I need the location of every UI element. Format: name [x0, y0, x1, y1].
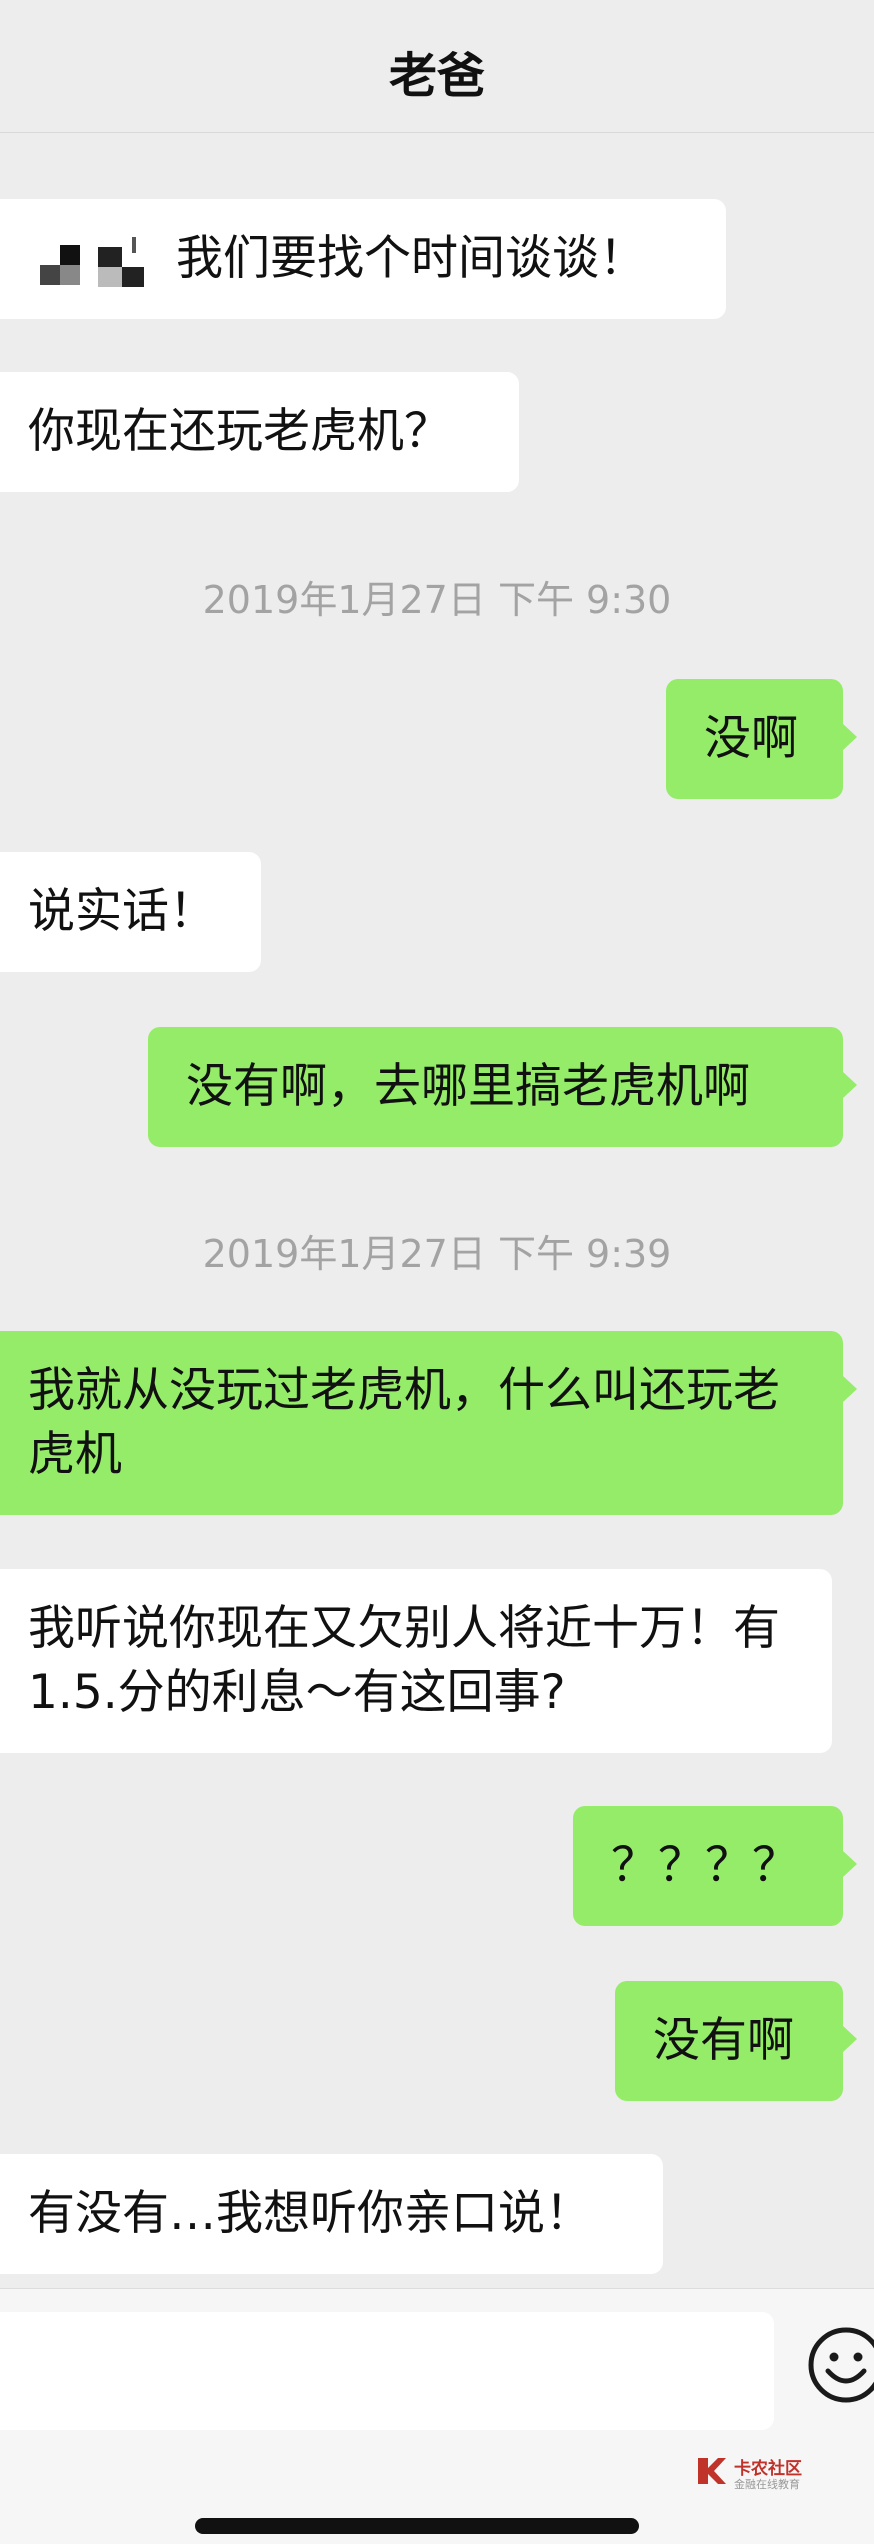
incoming-message[interactable]: 说实话！ [0, 852, 261, 972]
incoming-message[interactable]: 我听说你现在又欠别人将近十万！有1.5.分的利息～有这回事? [0, 1569, 832, 1753]
message-timestamp: 2019年1月27日 下午 9:30 [202, 578, 672, 622]
message-text: 没啊 [704, 711, 798, 766]
message-text: 有没有…我想听你亲口说！ [28, 2186, 592, 2241]
message-text: 没有啊，去哪里搞老虎机啊 [186, 1059, 750, 1114]
message-list[interactable]: 我们要找个时间谈谈！ 你现在还玩老虎机？ 2019年1月27日 下午 9:30 … [0, 133, 874, 2288]
smiley-face-icon[interactable] [806, 2325, 874, 2405]
incoming-message[interactable]: 我们要找个时间谈谈！ [0, 199, 726, 319]
message-text: 没有啊 [653, 2013, 794, 2068]
outgoing-message[interactable]: 我就从没玩过老虎机，什么叫还玩老虎机 [0, 1331, 857, 1515]
message-input[interactable] [0, 2312, 774, 2430]
incoming-message[interactable]: 有没有…我想听你亲口说！ [0, 2154, 663, 2274]
message-text: 我们要找个时间谈谈！ [176, 231, 646, 286]
message-timestamp: 2019年1月27日 下午 9:39 [202, 1232, 672, 1276]
outgoing-message[interactable]: 没啊 [666, 679, 857, 799]
message-text: ？？？？ [611, 1838, 799, 1893]
incoming-message[interactable]: 你现在还玩老虎机？ [0, 372, 519, 492]
message-text: 说实话！ [28, 884, 216, 939]
chat-title: 老爸 [388, 48, 485, 104]
watermark-tagline: 金融在线教育 [734, 2478, 800, 2491]
watermark: 卡农社区 金融在线教育 [694, 2454, 824, 2494]
kanong-logo-icon [698, 2458, 726, 2484]
outgoing-message[interactable]: 没有啊 [615, 1981, 857, 2101]
chat-screen: 老爸 我们要找个时间谈谈！ 你现在还玩老虎机？ 2019年1月27日 下午 9:… [0, 0, 874, 2544]
home-indicator[interactable] [195, 2518, 639, 2534]
outgoing-message[interactable]: 没有啊，去哪里搞老虎机啊 [148, 1027, 857, 1147]
message-text: 我就从没玩过老虎机，什么叫还玩老虎机 [28, 1363, 780, 1482]
outgoing-message[interactable]: ？？？？ [573, 1806, 857, 1926]
message-text: 你现在还玩老虎机？ [28, 404, 451, 459]
message-text: 我听说你现在又欠别人将近十万！有1.5.分的利息～有这回事? [28, 1601, 780, 1720]
pixelated-emoji-icon [28, 236, 144, 287]
input-bar: 卡农社区 金融在线教育 [0, 2288, 874, 2544]
navigation-bar: 老爸 [0, 0, 874, 133]
